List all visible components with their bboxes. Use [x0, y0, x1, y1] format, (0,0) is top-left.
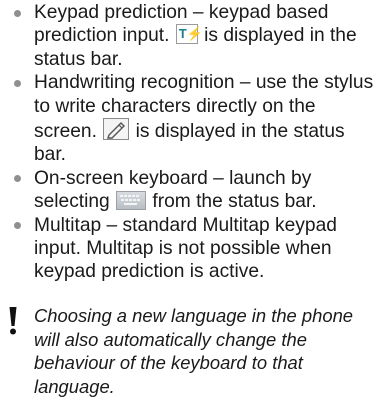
list-item-keypad-prediction: Keypad prediction – keypad based predict…: [14, 1, 374, 71]
language-note: Choosing a new language in the phone wil…: [0, 304, 383, 404]
list-item-handwriting: Handwriting recognition – use the stylus…: [14, 71, 374, 167]
input-methods-list: Keypad prediction – keypad based predict…: [14, 1, 374, 284]
note-text: Choosing a new language in the phone wil…: [34, 305, 354, 397]
list-item-multitap: Multitap – standard Multitap keypad inpu…: [14, 214, 374, 284]
keyboard-icon: [116, 191, 147, 211]
exclamation-icon: [9, 307, 17, 335]
document-page: Keypad prediction – keypad based predict…: [0, 0, 383, 405]
list-item-onscreen-keyboard: On-screen keyboard – launch by selecting…: [14, 167, 374, 214]
t9-prediction-icon: T ⚡: [175, 24, 203, 45]
handwriting-icon: [103, 118, 130, 141]
multitap-text: Multitap – standard Multitap keypad inpu…: [34, 214, 337, 283]
onscreen-keyboard-text-end: from the status bar.: [147, 191, 317, 213]
